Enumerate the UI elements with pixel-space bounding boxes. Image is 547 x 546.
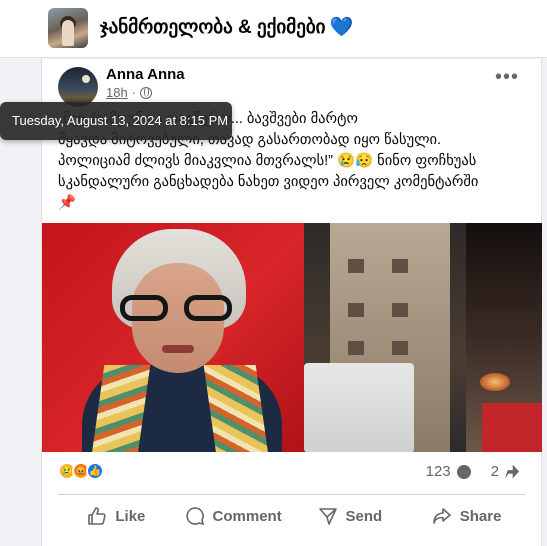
comment-button[interactable]: Comment bbox=[175, 499, 292, 533]
comment-label: Comment bbox=[212, 507, 282, 525]
thumbs-up-icon bbox=[88, 507, 106, 525]
share-arrow-icon bbox=[505, 464, 519, 479]
reaction-summary[interactable]: 😢 😡 👍 bbox=[58, 462, 104, 480]
post-image[interactable] bbox=[42, 223, 542, 452]
author-name[interactable]: Anna Anna bbox=[106, 66, 185, 83]
actions-divider bbox=[58, 494, 525, 495]
share-label: Share bbox=[459, 507, 502, 525]
send-icon bbox=[318, 508, 337, 525]
more-options-icon[interactable]: ••• bbox=[495, 67, 519, 87]
comment-icon bbox=[185, 507, 204, 526]
like-reaction-icon: 👍 bbox=[86, 462, 104, 480]
send-label: Send bbox=[345, 507, 383, 525]
share-icon bbox=[432, 508, 451, 524]
post-meta: 18h · bbox=[106, 85, 153, 100]
comment-bubble-icon bbox=[456, 464, 471, 479]
meta-separator: · bbox=[131, 85, 137, 100]
globe-icon[interactable] bbox=[140, 86, 153, 99]
group-avatar[interactable] bbox=[48, 8, 88, 48]
group-header: ჯანმრთელობა & ექიმები 💙 bbox=[0, 0, 547, 58]
timestamp-tooltip: Tuesday, August 13, 2024 at 8:15 PM bbox=[0, 102, 232, 140]
post-text-line: სკანდალური განცხადება ნახეთ ვიდეო პირველ… bbox=[58, 174, 479, 190]
group-title[interactable]: ჯანმრთელობა & ექიმები 💙 bbox=[100, 15, 353, 39]
post-actions: Like Comment Send Share bbox=[58, 499, 525, 533]
woman-photo bbox=[42, 223, 304, 452]
post-text-line: 📌 bbox=[58, 195, 77, 211]
share-button[interactable]: Share bbox=[408, 499, 525, 533]
burning-building-photo bbox=[304, 223, 542, 452]
like-button[interactable]: Like bbox=[58, 499, 175, 533]
send-button[interactable]: Send bbox=[292, 499, 409, 533]
group-title-text[interactable]: ჯანმრთელობა & ექიმები bbox=[100, 17, 326, 38]
share-count[interactable]: 2 bbox=[491, 463, 499, 480]
like-label: Like bbox=[115, 507, 146, 525]
post-stats: 123 2 bbox=[426, 463, 519, 480]
post-text-line: პოლიციამ ძლივს მიაკვლია მთვრალს!” 😢😥 ნინ… bbox=[58, 153, 477, 169]
comment-count[interactable]: 123 bbox=[426, 463, 451, 480]
post-timestamp[interactable]: 18h bbox=[106, 85, 128, 100]
blue-heart-icon: 💙 bbox=[329, 17, 354, 38]
author-avatar[interactable] bbox=[58, 67, 98, 107]
